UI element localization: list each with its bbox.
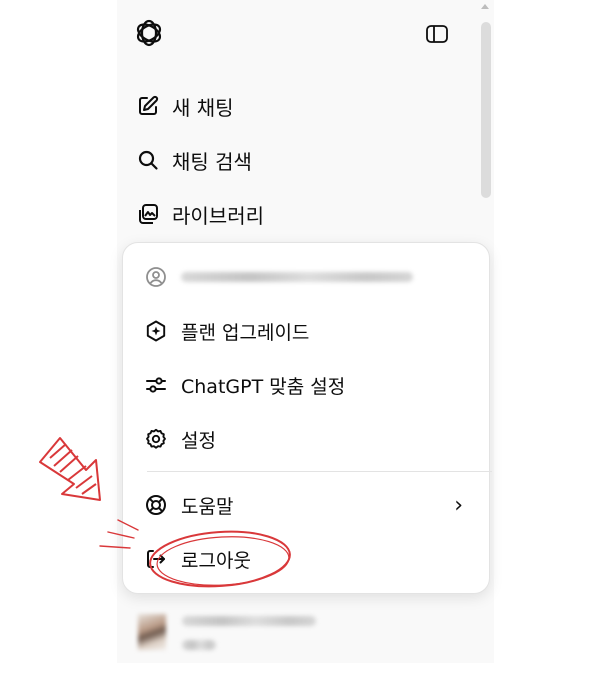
upgrade-icon <box>143 318 169 344</box>
gear-icon <box>143 426 169 452</box>
redacted-plan <box>182 640 216 650</box>
account-popup-menu: 플랜 업그레이드 ChatGPT 맞춤 설정 설정 도움말 › 로그아웃 <box>122 242 492 594</box>
library-icon <box>134 200 162 228</box>
new-chat-button[interactable]: 새 채팅 <box>128 86 458 126</box>
scroll-up-arrow-icon[interactable] <box>478 0 492 12</box>
search-chats-button[interactable]: 채팅 검색 <box>128 140 458 180</box>
sidebar-toggle-icon[interactable] <box>422 20 452 48</box>
settings-item[interactable]: 설정 <box>143 419 479 459</box>
help-item[interactable]: 도움말 › <box>143 485 479 525</box>
logout-label: 로그아웃 <box>181 549 251 572</box>
logout-icon <box>143 546 169 572</box>
account-button[interactable] <box>130 604 470 660</box>
upgrade-plan-label: 플랜 업그레이드 <box>181 321 310 344</box>
redacted-email <box>181 272 413 282</box>
account-email-row <box>143 257 479 297</box>
scrollbar-thumb[interactable] <box>481 22 491 198</box>
help-label: 도움말 <box>181 495 234 518</box>
upgrade-plan-item[interactable]: 플랜 업그레이드 <box>143 311 479 351</box>
red-arrow-icon <box>39 437 101 501</box>
sliders-icon <box>143 372 169 398</box>
menu-divider <box>147 471 492 472</box>
new-chat-label: 새 채팅 <box>172 95 234 120</box>
avatar <box>138 614 166 650</box>
lifebuoy-icon <box>143 492 169 518</box>
library-label: 라이브러리 <box>172 203 264 228</box>
settings-label: 설정 <box>181 429 216 452</box>
openai-logo-icon[interactable] <box>132 16 166 50</box>
library-button[interactable]: 라이브러리 <box>128 194 458 234</box>
customize-chatgpt-label: ChatGPT 맞춤 설정 <box>181 375 346 398</box>
search-chats-label: 채팅 검색 <box>172 149 252 174</box>
edit-icon <box>134 92 162 120</box>
customize-chatgpt-item[interactable]: ChatGPT 맞춤 설정 <box>143 365 479 405</box>
profile-icon <box>143 264 169 290</box>
search-icon <box>134 146 162 174</box>
redacted-username <box>182 616 316 626</box>
logout-item[interactable]: 로그아웃 <box>143 539 479 579</box>
chevron-right-icon: › <box>454 492 463 518</box>
